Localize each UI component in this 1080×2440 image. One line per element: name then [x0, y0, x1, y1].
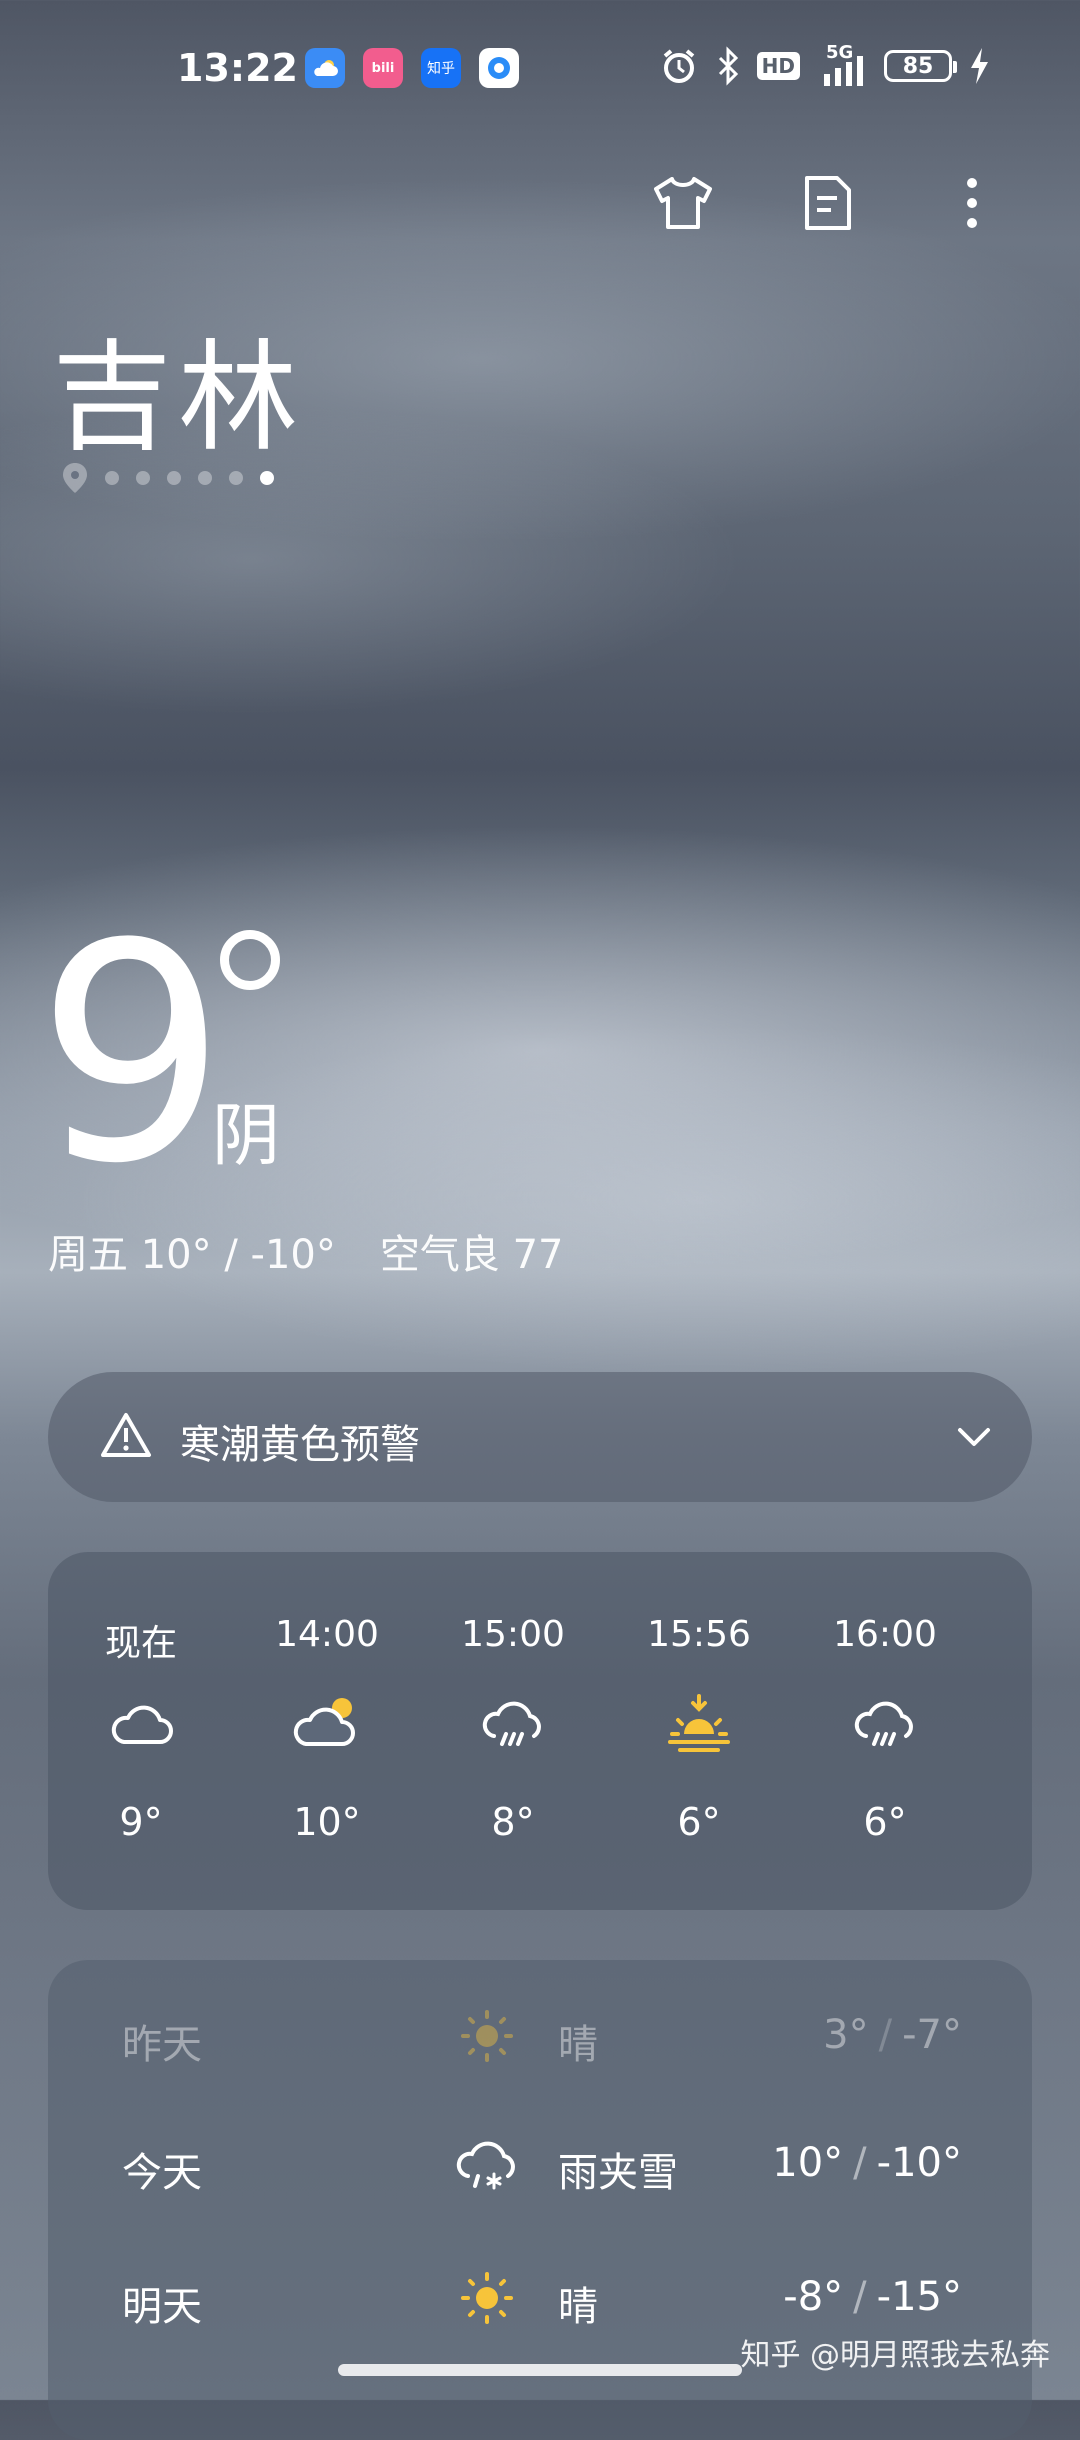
daily-row-today[interactable]: 今天 雨夹雪 10° / -10°: [48, 2120, 1032, 2210]
shirt-icon: [654, 177, 712, 229]
cloudy-icon: [111, 1705, 173, 1744]
hour-temp: 6°: [677, 1800, 721, 1844]
browser-app-icon: [479, 48, 519, 88]
pager-dot-active: [260, 471, 274, 485]
hourly-forecast[interactable]: 现在 9° 14:00 10° 15:00 8° 15:56 6° 16:00 …: [48, 1552, 1032, 1910]
alert-text: 寒潮黄色预警: [180, 1422, 420, 1468]
weekday-range: 周五 10° / -10°: [48, 1232, 336, 1278]
rain-icon: [854, 1701, 913, 1746]
more-vertical-icon: [967, 178, 977, 228]
zhihu-app-label: 知乎: [427, 61, 455, 77]
more-button[interactable]: [937, 168, 1007, 238]
battery-icon: 85: [884, 50, 957, 82]
air-quality[interactable]: 空气良 77: [380, 1232, 564, 1278]
day-condition: 雨夹雪: [558, 2150, 678, 2196]
day-temp-range: -8° / -15°: [783, 2274, 962, 2320]
day-low: -10°: [876, 2140, 962, 2186]
location-pin-icon: [63, 463, 87, 493]
status-bar: 13:22 bili 知乎 HD 5G 85: [0, 40, 1080, 100]
rain-icon: [482, 1701, 541, 1746]
warning-icon: [101, 1413, 151, 1457]
hour-temp: 6°: [863, 1800, 907, 1844]
location-pager[interactable]: [62, 462, 274, 494]
day-condition: 晴: [558, 2284, 598, 2330]
day-condition: 晴: [558, 2022, 598, 2068]
day-high: 3°: [823, 2012, 869, 2058]
hour-temp: 9°: [119, 1800, 163, 1844]
day-label: 昨天: [122, 2022, 202, 2068]
home-indicator[interactable]: [338, 2364, 742, 2376]
bluetooth-icon: [718, 46, 738, 86]
theme-button[interactable]: [648, 168, 718, 238]
degree-symbol: [220, 930, 280, 990]
pager-dot: [229, 471, 243, 485]
hour-time: 16:00: [833, 1614, 937, 1655]
sunny-icon: [461, 2010, 513, 2062]
pager-dot: [198, 471, 212, 485]
hour-temp: 8°: [491, 1800, 535, 1844]
hour-temp: 10°: [293, 1800, 361, 1844]
pager-dot: [105, 471, 119, 485]
current-condition: 阴: [212, 1097, 281, 1176]
alarm-icon: [663, 49, 694, 83]
partly-cloudy-icon: [293, 1698, 355, 1746]
range-separator: /: [853, 2140, 867, 2186]
notification-icons: bili 知乎: [305, 48, 519, 88]
charging-icon: [971, 48, 988, 84]
range-separator: /: [878, 2012, 893, 2058]
today-summary[interactable]: 周五 10° / -10° 空气良 77: [48, 1222, 563, 1280]
hour-time: 15:00: [461, 1614, 565, 1655]
watermark: 知乎 @明月照我去私奔: [740, 2338, 1050, 2373]
weather-alert[interactable]: 寒潮黄色预警: [48, 1372, 1032, 1502]
current-temperature: 9: [36, 880, 227, 1229]
pager-dot: [136, 471, 150, 485]
day-high: 10°: [772, 2140, 844, 2186]
day-temp-range: 3° / -7°: [823, 2012, 962, 2058]
signal-5g-icon: 5G: [816, 42, 868, 86]
document-icon: [805, 176, 851, 230]
city-name[interactable]: 吉林: [52, 300, 304, 474]
sunset-icon: [668, 1694, 730, 1752]
day-temp-range: 10° / -10°: [772, 2140, 962, 2186]
status-time: 13:22: [177, 46, 298, 90]
notes-button[interactable]: [793, 168, 863, 238]
bilibili-app-label: bili: [371, 60, 395, 76]
hour-time: 14:00: [275, 1614, 379, 1655]
daily-row-yesterday[interactable]: 昨天 晴 3° / -7°: [48, 1992, 1032, 2082]
system-icons: HD 5G 85: [659, 42, 990, 86]
chevron-down-icon[interactable]: [956, 1416, 992, 1456]
bilibili-app-icon: bili: [363, 48, 403, 88]
hour-time: 现在: [104, 1623, 177, 1664]
day-low: -7°: [902, 2012, 962, 2058]
sunny-icon: [461, 2272, 513, 2324]
sleet-icon: [456, 2141, 515, 2190]
battery-level: 85: [902, 53, 934, 79]
hd-badge: HD: [756, 52, 800, 80]
top-actions: [0, 168, 1080, 238]
day-label: 今天: [122, 2150, 202, 2196]
pager-dot: [167, 471, 181, 485]
hour-time: 15:56: [647, 1614, 751, 1655]
day-label: 明天: [122, 2284, 202, 2330]
day-high: -8°: [783, 2274, 844, 2320]
day-low: -15°: [876, 2274, 962, 2320]
weather-app-icon: [305, 48, 345, 88]
range-separator: /: [853, 2274, 867, 2320]
zhihu-app-icon: 知乎: [421, 48, 461, 88]
